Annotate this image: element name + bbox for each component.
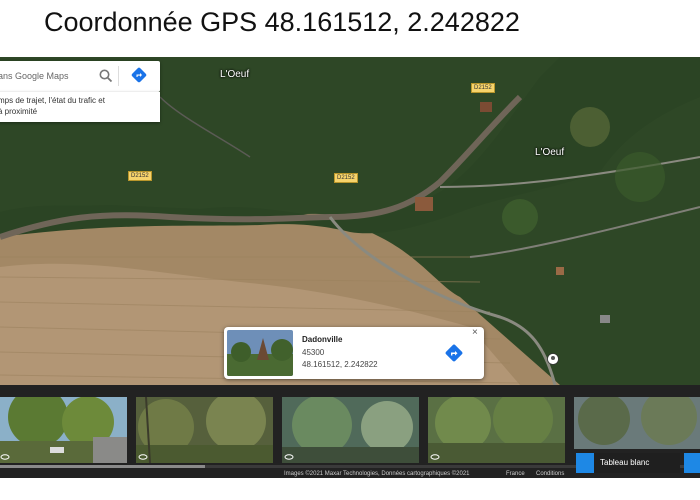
scrollbar-thumb[interactable] bbox=[0, 465, 205, 468]
rotate-360-icon bbox=[284, 454, 294, 460]
place-photo[interactable] bbox=[227, 330, 293, 376]
road-badge: D2152 bbox=[334, 173, 358, 183]
rotate-360-icon bbox=[0, 454, 10, 460]
search-icon[interactable] bbox=[98, 68, 114, 84]
directions-icon[interactable] bbox=[131, 67, 147, 83]
tableau-blanc-button[interactable]: Tableau blanc bbox=[576, 453, 680, 473]
tableau-label: Tableau blanc bbox=[600, 458, 650, 467]
location-pin-icon[interactable] bbox=[547, 353, 559, 365]
map-attribution: Images ©2021 Maxar Technologies, Données… bbox=[284, 471, 470, 477]
page-title: Coordonnée GPS 48.161512, 2.242822 bbox=[44, 7, 520, 37]
place-name: Dadonville bbox=[302, 335, 343, 344]
place-coordinates: 48.161512, 2.242822 bbox=[302, 360, 378, 369]
place-postcode: 45300 bbox=[302, 348, 325, 357]
place-label: L'Oeuf bbox=[220, 69, 250, 80]
road-badge: D2152 bbox=[128, 171, 152, 181]
close-button[interactable]: × bbox=[472, 328, 478, 338]
accent-swatch[interactable] bbox=[684, 453, 700, 473]
rotate-360-icon bbox=[430, 454, 440, 460]
tableau-color-swatch bbox=[576, 453, 594, 473]
divider bbox=[118, 66, 119, 86]
photo-thumbnail[interactable] bbox=[282, 397, 419, 463]
photo-thumbnail[interactable] bbox=[0, 397, 127, 463]
photo-strip[interactable]: Images ©2021 Maxar Technologies, Données… bbox=[0, 385, 700, 478]
maps-search-box[interactable] bbox=[0, 61, 160, 92]
search-hint: mps de trajet, l'état du trafic et à pro… bbox=[0, 92, 160, 122]
road-badge: D2152 bbox=[471, 83, 495, 93]
directions-icon[interactable] bbox=[445, 344, 463, 362]
region-label[interactable]: France bbox=[506, 471, 525, 477]
photo-thumbnail[interactable] bbox=[136, 397, 273, 463]
photo-thumbnail[interactable] bbox=[574, 397, 700, 449]
hint-line: à proximité bbox=[0, 107, 38, 116]
search-input[interactable] bbox=[0, 68, 94, 84]
hint-line: mps de trajet, l'état du trafic et bbox=[0, 96, 105, 105]
rotate-360-icon bbox=[138, 454, 148, 460]
terms-link[interactable]: Conditions bbox=[536, 471, 564, 477]
place-label: L'Oeuf bbox=[535, 147, 565, 158]
photo-thumbnail[interactable] bbox=[428, 397, 565, 463]
place-info-card[interactable]: Dadonville 45300 48.161512, 2.242822 × bbox=[224, 327, 484, 379]
